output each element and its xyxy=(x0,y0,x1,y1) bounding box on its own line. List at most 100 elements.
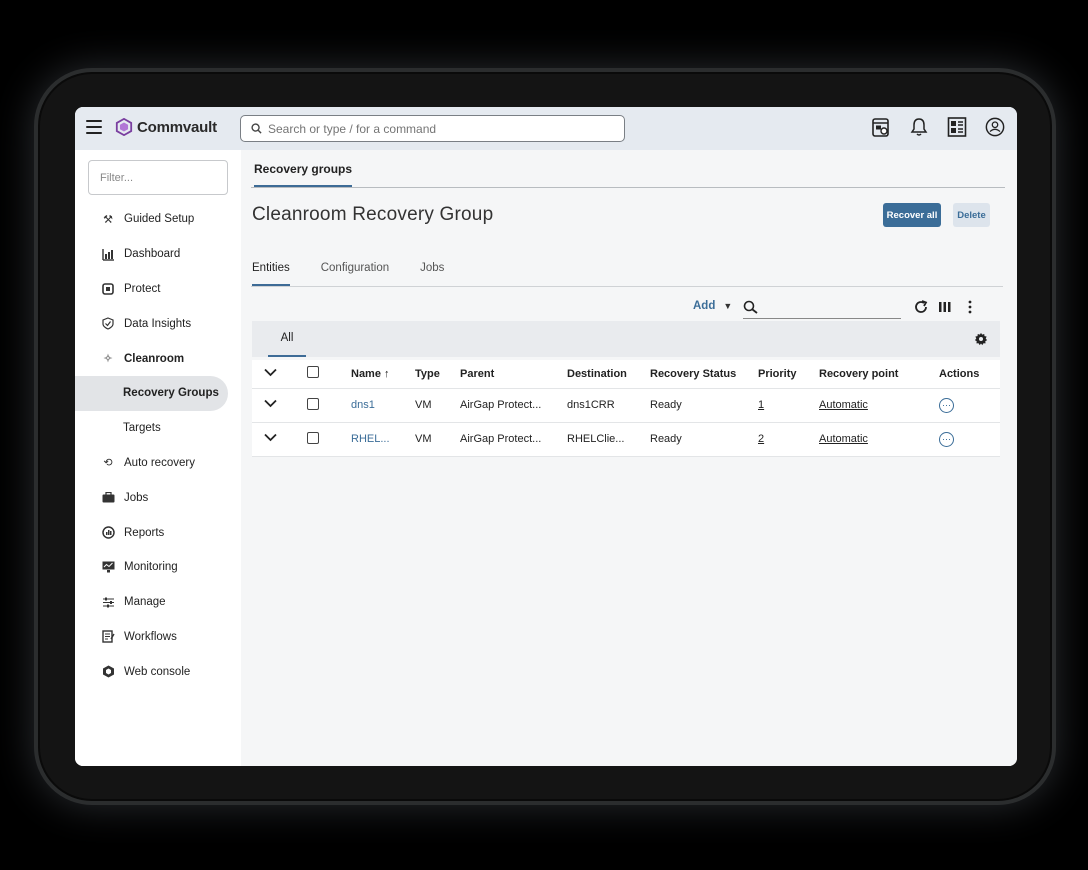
more-vertical-icon[interactable] xyxy=(962,299,978,315)
bell-icon[interactable] xyxy=(909,116,929,138)
column-header-type[interactable]: Type xyxy=(415,360,460,389)
view-tab-all[interactable]: All xyxy=(268,321,306,357)
global-search-input[interactable] xyxy=(268,121,608,136)
sidebar-item-workflows[interactable]: Workflows xyxy=(75,620,241,655)
priority-link[interactable]: 1 xyxy=(758,399,764,411)
sidebar-item-monitoring[interactable]: Monitoring xyxy=(75,550,241,585)
sidebar-item-cleanroom[interactable]: ✧ Cleanroom xyxy=(75,341,241,376)
view-bar: All xyxy=(252,321,1000,357)
column-header-recovery-status[interactable]: Recovery Status xyxy=(650,360,758,389)
priority-link[interactable]: 2 xyxy=(758,433,764,445)
sidebar-item-reports[interactable]: Reports xyxy=(75,515,241,550)
user-avatar-icon[interactable] xyxy=(985,116,1005,138)
data-insights-icon xyxy=(101,317,115,331)
dashboard-icon xyxy=(101,247,115,261)
dashboard-panel-icon[interactable] xyxy=(947,116,967,138)
monitoring-icon xyxy=(101,560,115,574)
row-actions-icon[interactable]: ⋯ xyxy=(939,397,954,413)
web-console-icon xyxy=(101,665,115,679)
entity-name-link[interactable]: dns1 xyxy=(351,399,375,411)
recovery-point-link[interactable]: Automatic xyxy=(819,399,868,411)
sidebar-filter-input[interactable]: Filter... xyxy=(88,160,228,195)
recover-all-button[interactable]: Recover all xyxy=(883,203,941,227)
expand-all-chevron-icon[interactable] xyxy=(264,368,277,377)
auto-recovery-icon: ⟲ xyxy=(103,457,113,470)
columns-icon[interactable] xyxy=(937,299,953,315)
select-all-checkbox[interactable] xyxy=(307,366,319,379)
menu-icon[interactable] xyxy=(86,120,102,134)
delete-button[interactable]: Delete xyxy=(953,203,990,227)
search-icon xyxy=(743,300,758,314)
cell-recovery-status: Ready xyxy=(650,388,758,423)
gear-icon[interactable] xyxy=(974,332,988,346)
entities-table: Name ↑ Type Parent Destination Recovery … xyxy=(252,360,1000,457)
jobs-icon xyxy=(101,491,115,505)
main-content: Recovery groups Cleanroom Recovery Group… xyxy=(241,150,1017,766)
sidebar-item-web-console[interactable]: Web console xyxy=(75,654,241,689)
page-tabs: Entities Configuration Jobs xyxy=(252,262,475,286)
tab-recovery-groups[interactable]: Recovery groups xyxy=(254,162,353,187)
manage-icon xyxy=(101,595,115,609)
cell-recovery-status: Ready xyxy=(650,422,758,457)
sidebar-item-dashboard[interactable]: Dashboard xyxy=(75,237,241,272)
sidebar-item-label: Workflows xyxy=(124,630,177,643)
top-bar: Commvault xyxy=(75,107,1017,150)
top-icons xyxy=(871,116,1005,138)
entity-name-link[interactable]: RHEL... xyxy=(351,433,390,445)
table-row: RHEL... VM AirGap Protect... RHELClie...… xyxy=(252,422,1000,457)
table-search-input[interactable] xyxy=(765,301,895,314)
column-header-actions: Actions xyxy=(939,360,1000,389)
caret-down-icon: ▼ xyxy=(723,301,733,311)
add-button[interactable]: Add ▼ xyxy=(693,300,732,312)
sidebar-item-label: Guided Setup xyxy=(124,213,195,226)
tab-jobs[interactable]: Jobs xyxy=(420,262,444,286)
recovery-point-link[interactable]: Automatic xyxy=(819,433,868,445)
sidebar-item-label: Targets xyxy=(123,422,161,435)
sidebar-item-label: Manage xyxy=(124,596,166,609)
sidebar-item-targets[interactable]: Targets xyxy=(75,411,241,446)
page-title: Cleanroom Recovery Group xyxy=(252,204,494,225)
tab-configuration[interactable]: Configuration xyxy=(321,262,389,286)
expand-row-chevron-icon[interactable] xyxy=(264,399,277,408)
sidebar-item-label: Auto recovery xyxy=(124,456,195,469)
sidebar-item-protect[interactable]: Protect xyxy=(75,272,241,307)
sidebar-item-data-insights[interactable]: Data Insights xyxy=(75,306,241,341)
brand-logo[interactable]: Commvault xyxy=(115,118,217,136)
sidebar-item-label: Data Insights xyxy=(124,317,192,330)
table-row: dns1 VM AirGap Protect... dns1CRR Ready … xyxy=(252,388,1000,423)
row-checkbox[interactable] xyxy=(307,397,319,410)
add-label: Add xyxy=(693,300,716,312)
cell-parent: AirGap Protect... xyxy=(460,422,567,457)
column-header-destination[interactable]: Destination xyxy=(567,360,650,389)
sidebar-nav: ⚒ Guided Setup Dashboard Protect Data In… xyxy=(75,202,241,689)
app-screen: Commvault Filter... ⚒ Guided Setup Dashb xyxy=(75,107,1017,766)
guided-setup-icon: ⚒ xyxy=(103,213,113,226)
calendar-restore-icon[interactable] xyxy=(871,116,891,138)
sidebar-item-label: Reports xyxy=(124,526,165,539)
reports-icon xyxy=(101,526,115,540)
column-header-parent[interactable]: Parent xyxy=(460,360,567,389)
column-header-priority[interactable]: Priority xyxy=(758,360,819,389)
sidebar-item-label: Protect xyxy=(124,282,161,295)
row-actions-icon[interactable]: ⋯ xyxy=(939,431,954,447)
expand-row-chevron-icon[interactable] xyxy=(264,433,277,442)
sidebar-item-guided-setup[interactable]: ⚒ Guided Setup xyxy=(75,202,241,237)
search-icon xyxy=(251,123,262,134)
refresh-icon[interactable] xyxy=(913,299,929,315)
column-header-recovery-point[interactable]: Recovery point xyxy=(819,360,939,389)
table-header-row: Name ↑ Type Parent Destination Recovery … xyxy=(252,360,1000,389)
sidebar-item-auto-recovery[interactable]: ⟲ Auto recovery xyxy=(75,446,241,481)
sidebar-item-recovery-groups[interactable]: Recovery Groups xyxy=(75,375,228,411)
row-checkbox[interactable] xyxy=(307,431,319,444)
divider xyxy=(251,187,1005,188)
column-header-name[interactable]: Name ↑ xyxy=(351,360,415,389)
sidebar-item-label: Dashboard xyxy=(124,248,181,261)
workflows-icon xyxy=(101,630,115,644)
divider xyxy=(251,286,1003,287)
sidebar-item-manage[interactable]: Manage xyxy=(75,585,241,620)
sidebar-item-jobs[interactable]: Jobs xyxy=(75,480,241,515)
global-search[interactable] xyxy=(240,115,625,142)
sidebar-item-label: Monitoring xyxy=(124,561,178,574)
tab-entities[interactable]: Entities xyxy=(252,262,290,286)
table-search[interactable] xyxy=(743,297,901,319)
